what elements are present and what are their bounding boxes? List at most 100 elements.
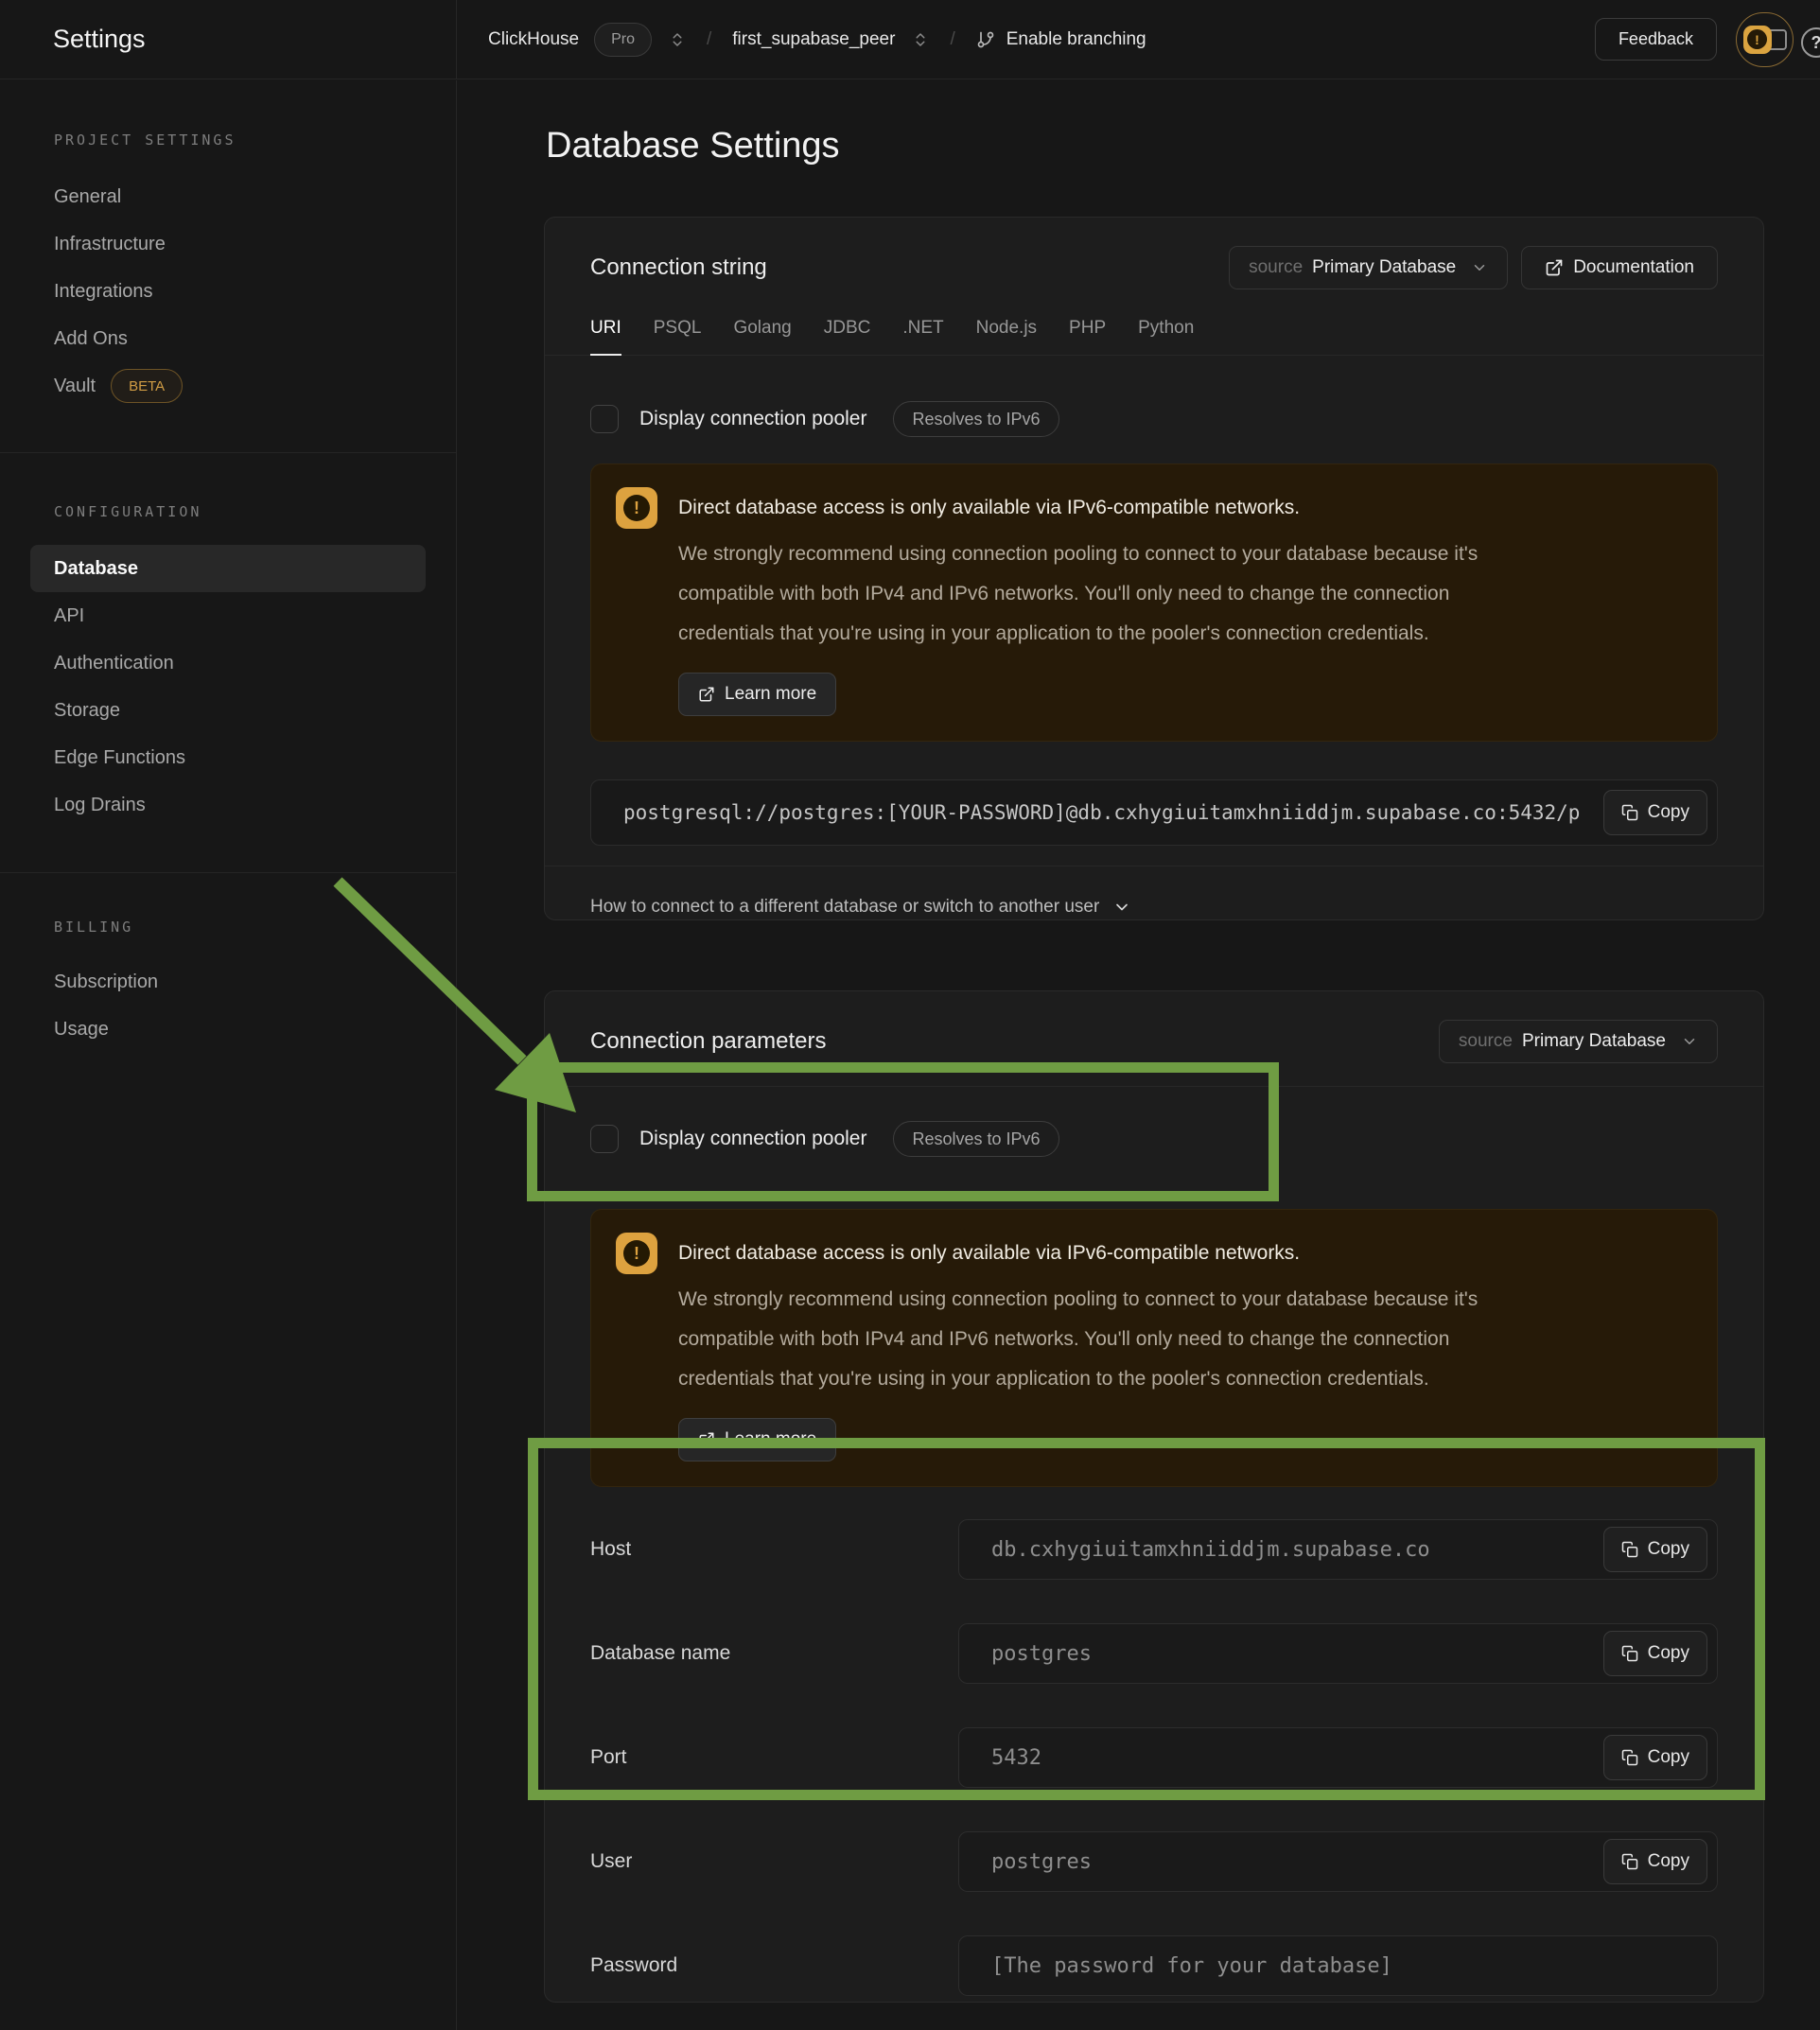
copy-uri-button[interactable]: Copy bbox=[1603, 790, 1707, 835]
warning-body-line: credentials that you're using in your ap… bbox=[678, 614, 1478, 654]
sidebar-group-configuration: CONFIGURATION Database API Authenticatio… bbox=[0, 503, 456, 829]
copy-port-button[interactable]: Copy bbox=[1603, 1735, 1707, 1780]
copy-icon bbox=[1621, 1645, 1638, 1662]
sidebar-header: Settings bbox=[0, 0, 457, 79]
host-field[interactable]: db.cxhygiuitamxhniiddjm.supabase.co Copy bbox=[958, 1519, 1718, 1580]
resolves-to-ipv6-badge: Resolves to IPv6 bbox=[893, 1121, 1059, 1157]
connection-string-title: Connection string bbox=[590, 246, 767, 289]
connection-string-tabs: URI PSQL Golang JDBC .NET Node.js PHP Py… bbox=[545, 318, 1763, 356]
sidebar-item-integrations[interactable]: Integrations bbox=[30, 268, 426, 315]
tab-jdbc[interactable]: JDBC bbox=[824, 318, 871, 355]
display-connection-pooler-label: Display connection pooler bbox=[639, 408, 866, 430]
git-branch-icon bbox=[976, 30, 995, 49]
param-row-host: Host db.cxhygiuitamxhniiddjm.supabase.co… bbox=[590, 1519, 1718, 1580]
feedback-button[interactable]: Feedback bbox=[1595, 18, 1717, 61]
breadcrumb-separator: / bbox=[701, 29, 717, 50]
sidebar-group-title: PROJECT SETTINGS bbox=[30, 131, 426, 150]
connection-parameters-title: Connection parameters bbox=[590, 1020, 826, 1063]
display-connection-pooler-checkbox[interactable] bbox=[590, 1125, 619, 1153]
sidebar-group-project-settings: PROJECT SETTINGS General Infrastructure … bbox=[0, 131, 456, 410]
copy-icon bbox=[1621, 804, 1638, 821]
connection-parameters-list: Host db.cxhygiuitamxhniiddjm.supabase.co… bbox=[590, 1519, 1718, 1996]
org-selector-chevrons-icon[interactable] bbox=[669, 31, 686, 48]
sidebar-item-vault[interactable]: Vault BETA bbox=[30, 362, 426, 410]
port-field[interactable]: 5432 Copy bbox=[958, 1727, 1718, 1788]
sidebar-item-add-ons[interactable]: Add Ons bbox=[30, 315, 426, 362]
enable-branching-label: Enable branching bbox=[1006, 29, 1146, 50]
connection-string-card: Connection string source Primary Databas… bbox=[544, 217, 1764, 920]
sidebar-item-api[interactable]: API bbox=[30, 592, 426, 639]
learn-more-button[interactable]: Learn more bbox=[678, 673, 836, 716]
resolves-to-ipv6-badge: Resolves to IPv6 bbox=[893, 401, 1059, 437]
param-row-database-name: Database name postgres Copy bbox=[590, 1623, 1718, 1684]
copy-icon bbox=[1621, 1541, 1638, 1558]
database-name-field[interactable]: postgres Copy bbox=[958, 1623, 1718, 1684]
notifications-button[interactable]: ! bbox=[1736, 12, 1794, 67]
copy-icon bbox=[1621, 1853, 1638, 1870]
warning-body-line: We strongly recommend using connection p… bbox=[678, 1280, 1478, 1320]
connect-help-expander[interactable]: How to connect to a different database o… bbox=[545, 866, 1763, 948]
breadcrumb-org[interactable]: ClickHouse bbox=[488, 29, 579, 50]
copy-icon bbox=[1621, 1749, 1638, 1766]
param-row-password: Password [The password for your database… bbox=[590, 1935, 1718, 1996]
sidebar-item-edge-functions[interactable]: Edge Functions bbox=[30, 734, 426, 781]
sidebar-item-storage[interactable]: Storage bbox=[30, 687, 426, 734]
connection-uri-field[interactable]: postgresql://postgres:[YOUR-PASSWORD]@db… bbox=[590, 779, 1718, 846]
warning-icon: ! bbox=[616, 487, 657, 529]
param-row-user: User postgres Copy bbox=[590, 1831, 1718, 1892]
breadcrumb-separator: / bbox=[944, 29, 960, 50]
sidebar-item-usage[interactable]: Usage bbox=[30, 1006, 426, 1053]
project-selector-chevrons-icon[interactable] bbox=[912, 31, 929, 48]
warning-icon: ! bbox=[616, 1233, 657, 1274]
sidebar-item-general[interactable]: General bbox=[30, 173, 426, 220]
tab-python[interactable]: Python bbox=[1138, 318, 1194, 355]
copy-user-button[interactable]: Copy bbox=[1603, 1839, 1707, 1884]
connection-uri-value: postgresql://postgres:[YOUR-PASSWORD]@db… bbox=[623, 801, 1580, 824]
display-connection-pooler-checkbox[interactable] bbox=[590, 405, 619, 433]
display-connection-pooler-label: Display connection pooler bbox=[639, 1128, 866, 1150]
sidebar-divider bbox=[0, 872, 456, 873]
connection-parameters-card: Connection parameters source Primary Dat… bbox=[544, 990, 1764, 2003]
tab-psql[interactable]: PSQL bbox=[654, 318, 702, 355]
help-button[interactable]: ? bbox=[1801, 27, 1820, 58]
tab-nodejs[interactable]: Node.js bbox=[976, 318, 1037, 355]
sidebar-item-database[interactable]: Database bbox=[30, 545, 426, 592]
chevron-down-icon bbox=[1112, 898, 1131, 917]
settings-sidebar: PROJECT SETTINGS General Infrastructure … bbox=[0, 80, 457, 2030]
copy-host-button[interactable]: Copy bbox=[1603, 1527, 1707, 1572]
external-link-icon bbox=[698, 1431, 715, 1448]
sidebar-item-authentication[interactable]: Authentication bbox=[30, 639, 426, 687]
sidebar-item-subscription[interactable]: Subscription bbox=[30, 958, 426, 1006]
sidebar-item-infrastructure[interactable]: Infrastructure bbox=[30, 220, 426, 268]
external-link-icon bbox=[1545, 258, 1564, 277]
external-link-icon bbox=[698, 686, 715, 703]
warning-title: Direct database access is only available… bbox=[678, 487, 1478, 529]
breadcrumb-project[interactable]: first_supabase_peer bbox=[732, 29, 895, 50]
sidebar-group-title: CONFIGURATION bbox=[30, 503, 426, 522]
user-field[interactable]: postgres Copy bbox=[958, 1831, 1718, 1892]
param-row-port: Port 5432 Copy bbox=[590, 1727, 1718, 1788]
password-field[interactable]: [The password for your database] bbox=[958, 1935, 1718, 1996]
tab-golang[interactable]: Golang bbox=[733, 318, 791, 355]
learn-more-button[interactable]: Learn more bbox=[678, 1418, 836, 1461]
warning-body-line: compatible with both IPv4 and IPv6 netwo… bbox=[678, 574, 1478, 614]
warning-badge-icon: ! bbox=[1743, 26, 1772, 54]
enable-branching-button[interactable]: Enable branching bbox=[976, 29, 1146, 50]
tab-php[interactable]: PHP bbox=[1069, 318, 1106, 355]
documentation-button[interactable]: Documentation bbox=[1521, 246, 1718, 289]
tab-uri[interactable]: URI bbox=[590, 318, 621, 356]
ipv6-warning: ! Direct database access is only availab… bbox=[590, 464, 1718, 742]
source-selector[interactable]: source Primary Database bbox=[1439, 1020, 1718, 1063]
warning-body-line: We strongly recommend using connection p… bbox=[678, 534, 1478, 574]
chevron-down-icon bbox=[1471, 259, 1488, 276]
app-title: Settings bbox=[53, 25, 146, 54]
sidebar-group-billing: BILLING Subscription Usage bbox=[0, 919, 456, 1053]
beta-badge: BETA bbox=[111, 369, 183, 403]
copy-database-name-button[interactable]: Copy bbox=[1603, 1631, 1707, 1676]
sidebar-group-title: BILLING bbox=[30, 919, 426, 937]
tab-dotnet[interactable]: .NET bbox=[902, 318, 943, 355]
page-title: Database Settings bbox=[546, 126, 840, 166]
org-plan-badge: Pro bbox=[594, 23, 652, 57]
source-selector[interactable]: source Primary Database bbox=[1229, 246, 1508, 289]
sidebar-item-log-drains[interactable]: Log Drains bbox=[30, 781, 426, 829]
